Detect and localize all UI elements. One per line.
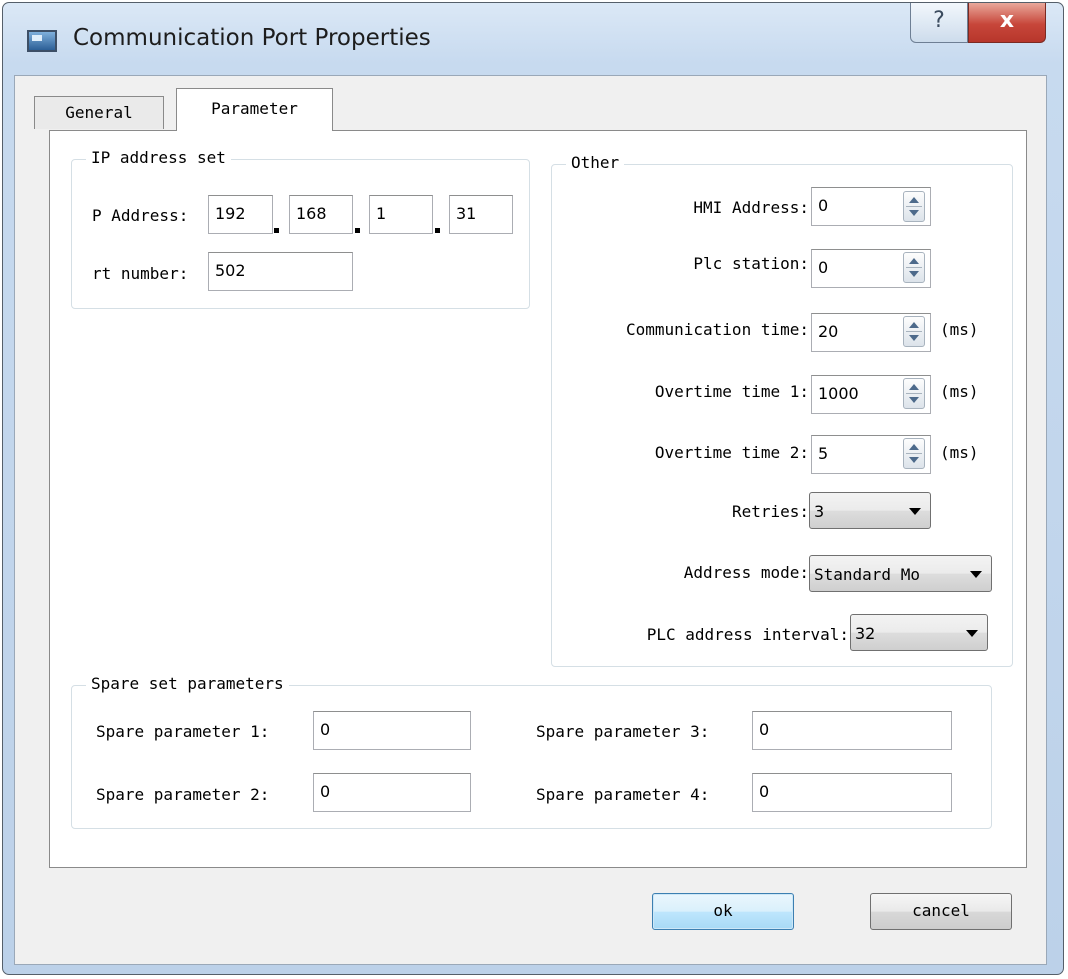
chevron-down-icon: [966, 630, 978, 637]
chevron-down-icon: [970, 571, 982, 578]
tab-parameter[interactable]: Parameter: [176, 88, 333, 131]
plc-station-spinner[interactable]: [903, 252, 925, 283]
retries-selected-value: 3: [814, 502, 825, 521]
window-title: Communication Port Properties: [73, 25, 431, 51]
retries-label: Retries:: [731, 502, 809, 521]
overtime-time-2-spinner[interactable]: [903, 438, 925, 469]
spare-parameter-4-input[interactable]: 0: [752, 773, 952, 812]
spare-parameter-1-label: Spare parameter 1:: [96, 722, 270, 741]
plc-station-label: Plc station:: [693, 254, 809, 273]
other-group-title: Other: [566, 153, 625, 172]
retries-select[interactable]: 3: [809, 492, 931, 529]
ip-octet-4-input[interactable]: 31: [449, 195, 513, 234]
tab-general[interactable]: General: [34, 96, 164, 129]
overtime-time-1-unit: (ms): [940, 382, 979, 401]
spare-parameter-3-label: Spare parameter 3:: [536, 722, 710, 741]
cancel-button[interactable]: cancel: [870, 893, 1012, 930]
address-mode-select[interactable]: Standard Mo: [809, 555, 992, 592]
ip-address-group-title: IP address set: [86, 148, 231, 167]
overtime-time-2-label: Overtime time 2:: [654, 443, 809, 462]
plc-address-interval-selected-value: 32: [855, 624, 876, 643]
communication-time-label: Communication time:: [625, 320, 809, 339]
address-mode-selected-value: Standard Mo: [814, 565, 920, 584]
address-mode-label: Address mode:: [683, 563, 809, 582]
ip-octet-1-input[interactable]: 192: [208, 195, 273, 234]
ip-octet-3-input[interactable]: 1: [369, 195, 433, 234]
spare-parameters-group-title: Spare set parameters: [86, 674, 289, 693]
ok-button[interactable]: ok: [652, 893, 794, 930]
spare-parameter-3-input[interactable]: 0: [752, 711, 952, 750]
communication-time-unit: (ms): [940, 320, 979, 339]
ip-separator-dot: [435, 228, 440, 233]
chevron-down-icon: [909, 508, 921, 515]
help-button[interactable]: ?: [910, 3, 968, 43]
plc-address-interval-select[interactable]: 32: [850, 614, 988, 651]
hmi-address-label: HMI Address:: [693, 198, 809, 217]
ip-octet-2-input[interactable]: 168: [289, 195, 353, 234]
spare-parameter-4-label: Spare parameter 4:: [536, 785, 710, 804]
title-bar[interactable]: Communication Port Properties ? x: [3, 3, 1063, 78]
communication-time-spinner[interactable]: [903, 316, 925, 347]
overtime-time-1-label: Overtime time 1:: [654, 382, 809, 401]
ip-separator-dot: [274, 228, 279, 233]
spare-parameter-2-label: Spare parameter 2:: [96, 785, 270, 804]
port-number-label: rt number:: [92, 264, 189, 283]
overtime-time-1-spinner[interactable]: [903, 378, 925, 409]
hmi-address-spinner[interactable]: [903, 191, 925, 222]
close-button[interactable]: x: [968, 3, 1046, 43]
ip-address-label: P Address:: [92, 206, 189, 225]
ip-separator-dot: [355, 228, 360, 233]
overtime-time-2-unit: (ms): [940, 443, 979, 462]
spare-parameter-2-input[interactable]: 0: [313, 773, 471, 812]
spare-parameter-1-input[interactable]: 0: [313, 711, 471, 750]
plc-address-interval-label: PLC address interval:: [646, 625, 849, 644]
port-number-input[interactable]: 502: [208, 252, 353, 291]
app-window-icon: [27, 30, 57, 52]
